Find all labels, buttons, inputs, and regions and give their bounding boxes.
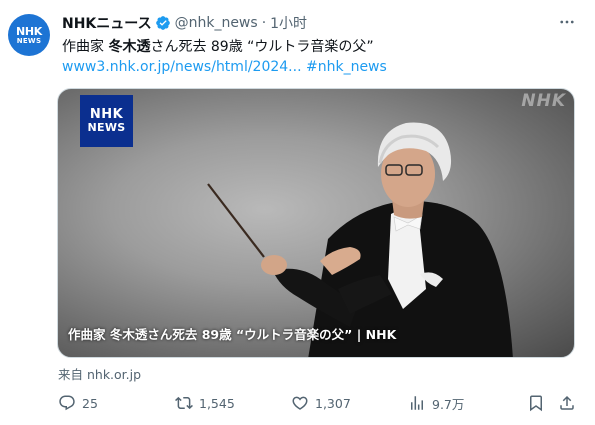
link-card-title: 作曲家 冬木透さん死去 89歳 “ウルトラ音楽の父” | NHK xyxy=(68,327,397,342)
author-handle[interactable]: @nhk_news xyxy=(175,15,258,31)
bookmark-icon xyxy=(530,395,542,412)
tweet-card[interactable]: NHK NEWS NHKニュース @nhk_news · 1小时 作曲家 冬木透… xyxy=(0,0,595,425)
tweet-text: 作曲家 冬木透さん死去 89歳 “ウルトラ音楽の父” xyxy=(62,37,374,57)
display-name[interactable]: NHKニュース xyxy=(62,13,152,33)
conductor-photo xyxy=(207,122,513,357)
analytics-icon xyxy=(411,396,423,410)
views-button[interactable]: 9.7万 xyxy=(408,393,464,413)
heart-icon xyxy=(292,396,308,410)
nhk-watermark: NHK xyxy=(521,91,566,111)
article-link[interactable]: www3.nhk.or.jp/news/html/2024... xyxy=(62,59,302,75)
reply-icon xyxy=(59,395,75,411)
like-count: 1,307 xyxy=(315,395,351,411)
retweet-button[interactable]: 1,545 xyxy=(175,393,235,413)
tweet-text-suffix: さん死去 89歳 “ウルトラ音楽の父” xyxy=(150,39,374,55)
bookmark-button[interactable] xyxy=(527,393,545,413)
tweet-text-prefix: 作曲家 xyxy=(62,39,109,55)
share-icon xyxy=(560,395,574,410)
timestamp[interactable]: 1小时 xyxy=(270,13,307,33)
hashtag-link[interactable]: #nhk_news xyxy=(306,59,387,75)
link-card-image[interactable]: NHK NEWS NHK 作曲家 冬木透さん死去 89歳 “ウルトラ音楽の父” … xyxy=(57,88,575,358)
reply-count: 25 xyxy=(82,395,98,411)
like-button[interactable]: 1,307 xyxy=(291,393,351,413)
share-button[interactable] xyxy=(558,393,576,413)
tweet-text-bold: 冬木透 xyxy=(108,39,151,55)
avatar[interactable]: NHK NEWS xyxy=(8,14,50,56)
tweet-header: NHKニュース @nhk_news · 1小时 xyxy=(62,13,307,33)
logo-text-news: NEWS xyxy=(87,121,126,135)
nhk-news-logo: NHK NEWS xyxy=(80,95,133,147)
retweet-count: 1,545 xyxy=(199,395,235,411)
more-horizontal-icon xyxy=(560,20,574,24)
reply-button[interactable]: 25 xyxy=(58,393,98,413)
avatar-text-news: NEWS xyxy=(16,36,42,45)
verified-badge-icon xyxy=(155,16,170,30)
logo-text-nhk: NHK xyxy=(89,107,124,123)
more-options-button[interactable] xyxy=(557,12,577,32)
action-bar: 25 1,545 1,307 9.7万 xyxy=(58,393,588,413)
avatar-text-nhk: NHK xyxy=(15,24,43,38)
link-source[interactable]: 来自 nhk.or.jp xyxy=(58,364,141,383)
separator-dot: · xyxy=(261,15,267,31)
view-count: 9.7万 xyxy=(432,396,465,412)
tweet-links: www3.nhk.or.jp/news/html/2024... #nhk_ne… xyxy=(62,57,387,77)
retweet-icon xyxy=(175,396,193,410)
